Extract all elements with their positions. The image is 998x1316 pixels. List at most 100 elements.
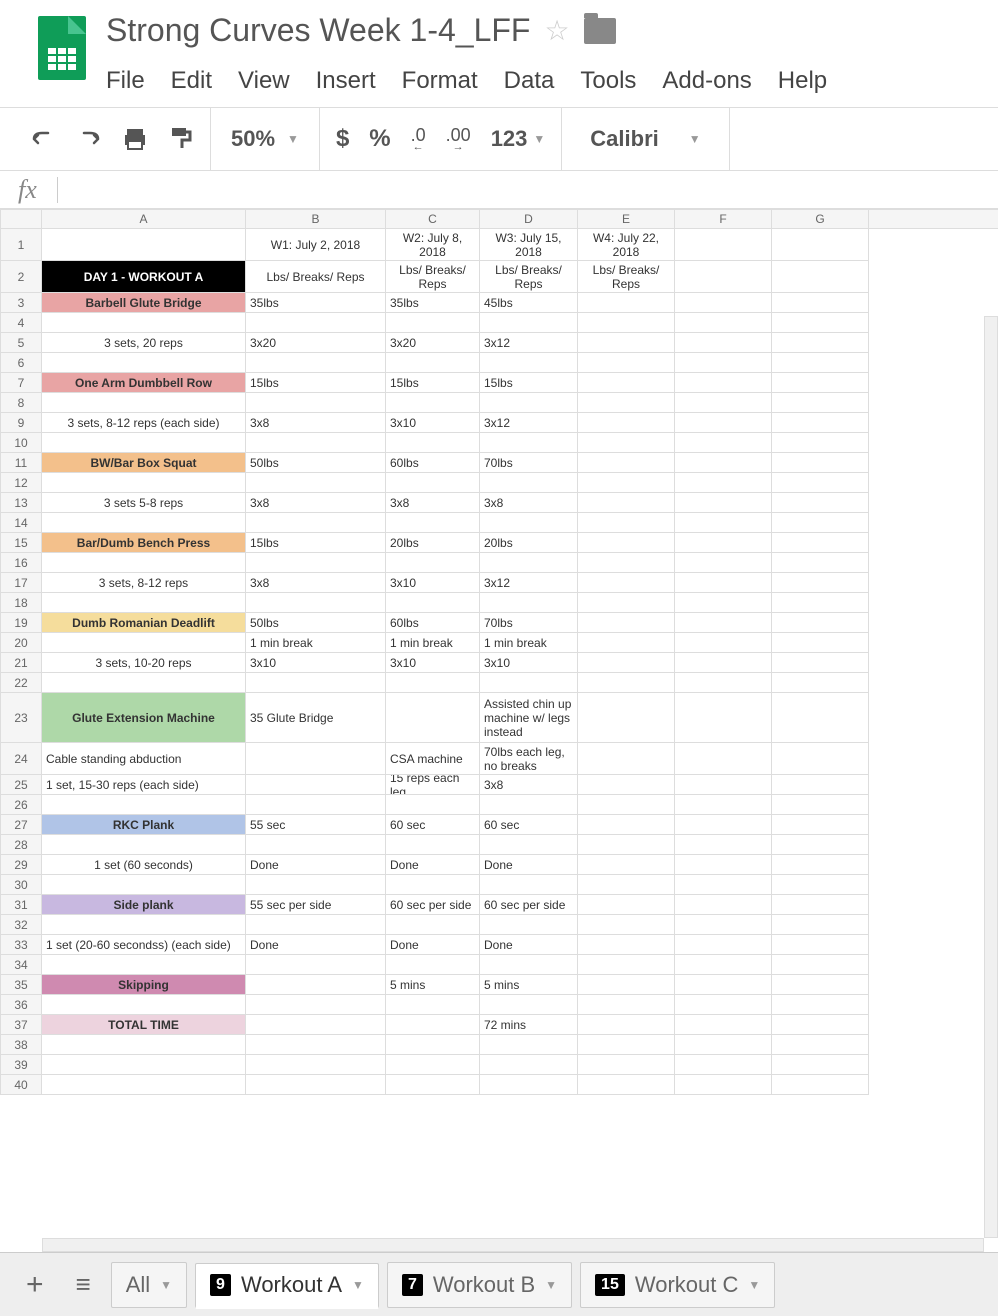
cell[interactable]: Dumb Romanian Deadlift (42, 613, 246, 633)
cell[interactable] (772, 855, 869, 875)
cell[interactable] (386, 433, 480, 453)
cell[interactable] (772, 875, 869, 895)
cell[interactable] (675, 593, 772, 613)
cell[interactable] (246, 875, 386, 895)
cell[interactable] (675, 895, 772, 915)
row-header[interactable]: 5 (0, 333, 42, 353)
cell[interactable] (578, 975, 675, 995)
cell[interactable] (386, 1055, 480, 1075)
increase-decimal-button[interactable]: .00→ (436, 108, 481, 170)
row-header[interactable]: 25 (0, 775, 42, 795)
folder-icon[interactable] (584, 18, 616, 44)
cell[interactable]: 70lbs (480, 613, 578, 633)
cell[interactable] (675, 229, 772, 261)
cell[interactable] (246, 835, 386, 855)
cell[interactable] (675, 1055, 772, 1075)
row-header[interactable]: 8 (0, 393, 42, 413)
cell[interactable] (578, 613, 675, 633)
cell[interactable] (578, 835, 675, 855)
cell[interactable] (772, 553, 869, 573)
cell[interactable]: 3x10 (246, 653, 386, 673)
cell[interactable] (772, 353, 869, 373)
cell[interactable] (480, 473, 578, 493)
cell[interactable]: 1 min break (480, 633, 578, 653)
cell[interactable]: 1 set, 15-30 reps (each side) (42, 775, 246, 795)
cell[interactable] (675, 795, 772, 815)
row-header[interactable]: 22 (0, 673, 42, 693)
cell[interactable] (675, 955, 772, 975)
row-header[interactable]: 11 (0, 453, 42, 473)
cell[interactable] (386, 593, 480, 613)
cell[interactable] (675, 653, 772, 673)
vertical-scrollbar[interactable] (984, 316, 998, 1238)
menu-view[interactable]: View (238, 67, 290, 95)
cell[interactable]: 5 mins (480, 975, 578, 995)
cell[interactable]: 3x10 (386, 573, 480, 593)
cell[interactable] (42, 433, 246, 453)
sheet-tab[interactable]: 7Workout B▼ (387, 1262, 572, 1308)
cell[interactable] (386, 1075, 480, 1095)
cell[interactable]: 60lbs (386, 613, 480, 633)
cell[interactable] (772, 473, 869, 493)
cell[interactable]: 3x8 (386, 493, 480, 513)
cell[interactable] (42, 835, 246, 855)
cell[interactable]: 50lbs (246, 613, 386, 633)
cell[interactable] (578, 533, 675, 553)
cell[interactable] (675, 413, 772, 433)
row-header[interactable]: 16 (0, 553, 42, 573)
cell[interactable] (772, 413, 869, 433)
cell[interactable]: 3x8 (246, 493, 386, 513)
row-header[interactable]: 39 (0, 1055, 42, 1075)
cell[interactable] (578, 743, 675, 775)
percent-button[interactable]: % (359, 108, 400, 170)
cell[interactable] (386, 835, 480, 855)
cell[interactable]: Lbs/ Breaks/ Reps (480, 261, 578, 293)
cell[interactable] (772, 955, 869, 975)
star-icon[interactable]: ☆ (544, 14, 569, 47)
cell[interactable] (246, 1055, 386, 1075)
menu-edit[interactable]: Edit (171, 67, 212, 95)
cell[interactable] (42, 915, 246, 935)
cell[interactable] (675, 855, 772, 875)
cell[interactable]: 3x12 (480, 333, 578, 353)
cell[interactable] (578, 433, 675, 453)
cell[interactable] (578, 815, 675, 835)
cell[interactable] (675, 353, 772, 373)
cell[interactable] (246, 955, 386, 975)
document-title[interactable]: Strong Curves Week 1-4_LFF (106, 12, 530, 49)
cell[interactable] (386, 473, 480, 493)
cell[interactable] (578, 795, 675, 815)
cell[interactable] (772, 453, 869, 473)
cell[interactable] (578, 693, 675, 743)
cell[interactable] (246, 353, 386, 373)
cell[interactable] (675, 835, 772, 855)
cell[interactable] (675, 553, 772, 573)
cell[interactable] (675, 935, 772, 955)
row-header[interactable]: 1 (0, 229, 42, 261)
select-all-corner[interactable] (0, 209, 42, 229)
menu-add-ons[interactable]: Add-ons (662, 67, 751, 95)
cell[interactable] (480, 673, 578, 693)
cell[interactable] (42, 513, 246, 533)
cell[interactable] (42, 673, 246, 693)
cell[interactable] (578, 393, 675, 413)
cell[interactable]: Skipping (42, 975, 246, 995)
cell[interactable] (578, 673, 675, 693)
cell[interactable] (42, 875, 246, 895)
cell[interactable]: 3x10 (386, 653, 480, 673)
row-header[interactable]: 35 (0, 975, 42, 995)
cell[interactable]: W3: July 15, 2018 (480, 229, 578, 261)
cell[interactable] (578, 333, 675, 353)
cell[interactable]: Done (480, 935, 578, 955)
row-header[interactable]: 32 (0, 915, 42, 935)
cell[interactable]: 3x20 (386, 333, 480, 353)
cell[interactable] (675, 975, 772, 995)
cell[interactable] (386, 693, 480, 743)
cell[interactable]: 15lbs (246, 533, 386, 553)
cell[interactable] (42, 393, 246, 413)
row-header[interactable]: 21 (0, 653, 42, 673)
cell[interactable] (246, 673, 386, 693)
cell[interactable] (675, 453, 772, 473)
row-header[interactable]: 6 (0, 353, 42, 373)
cell[interactable] (772, 493, 869, 513)
